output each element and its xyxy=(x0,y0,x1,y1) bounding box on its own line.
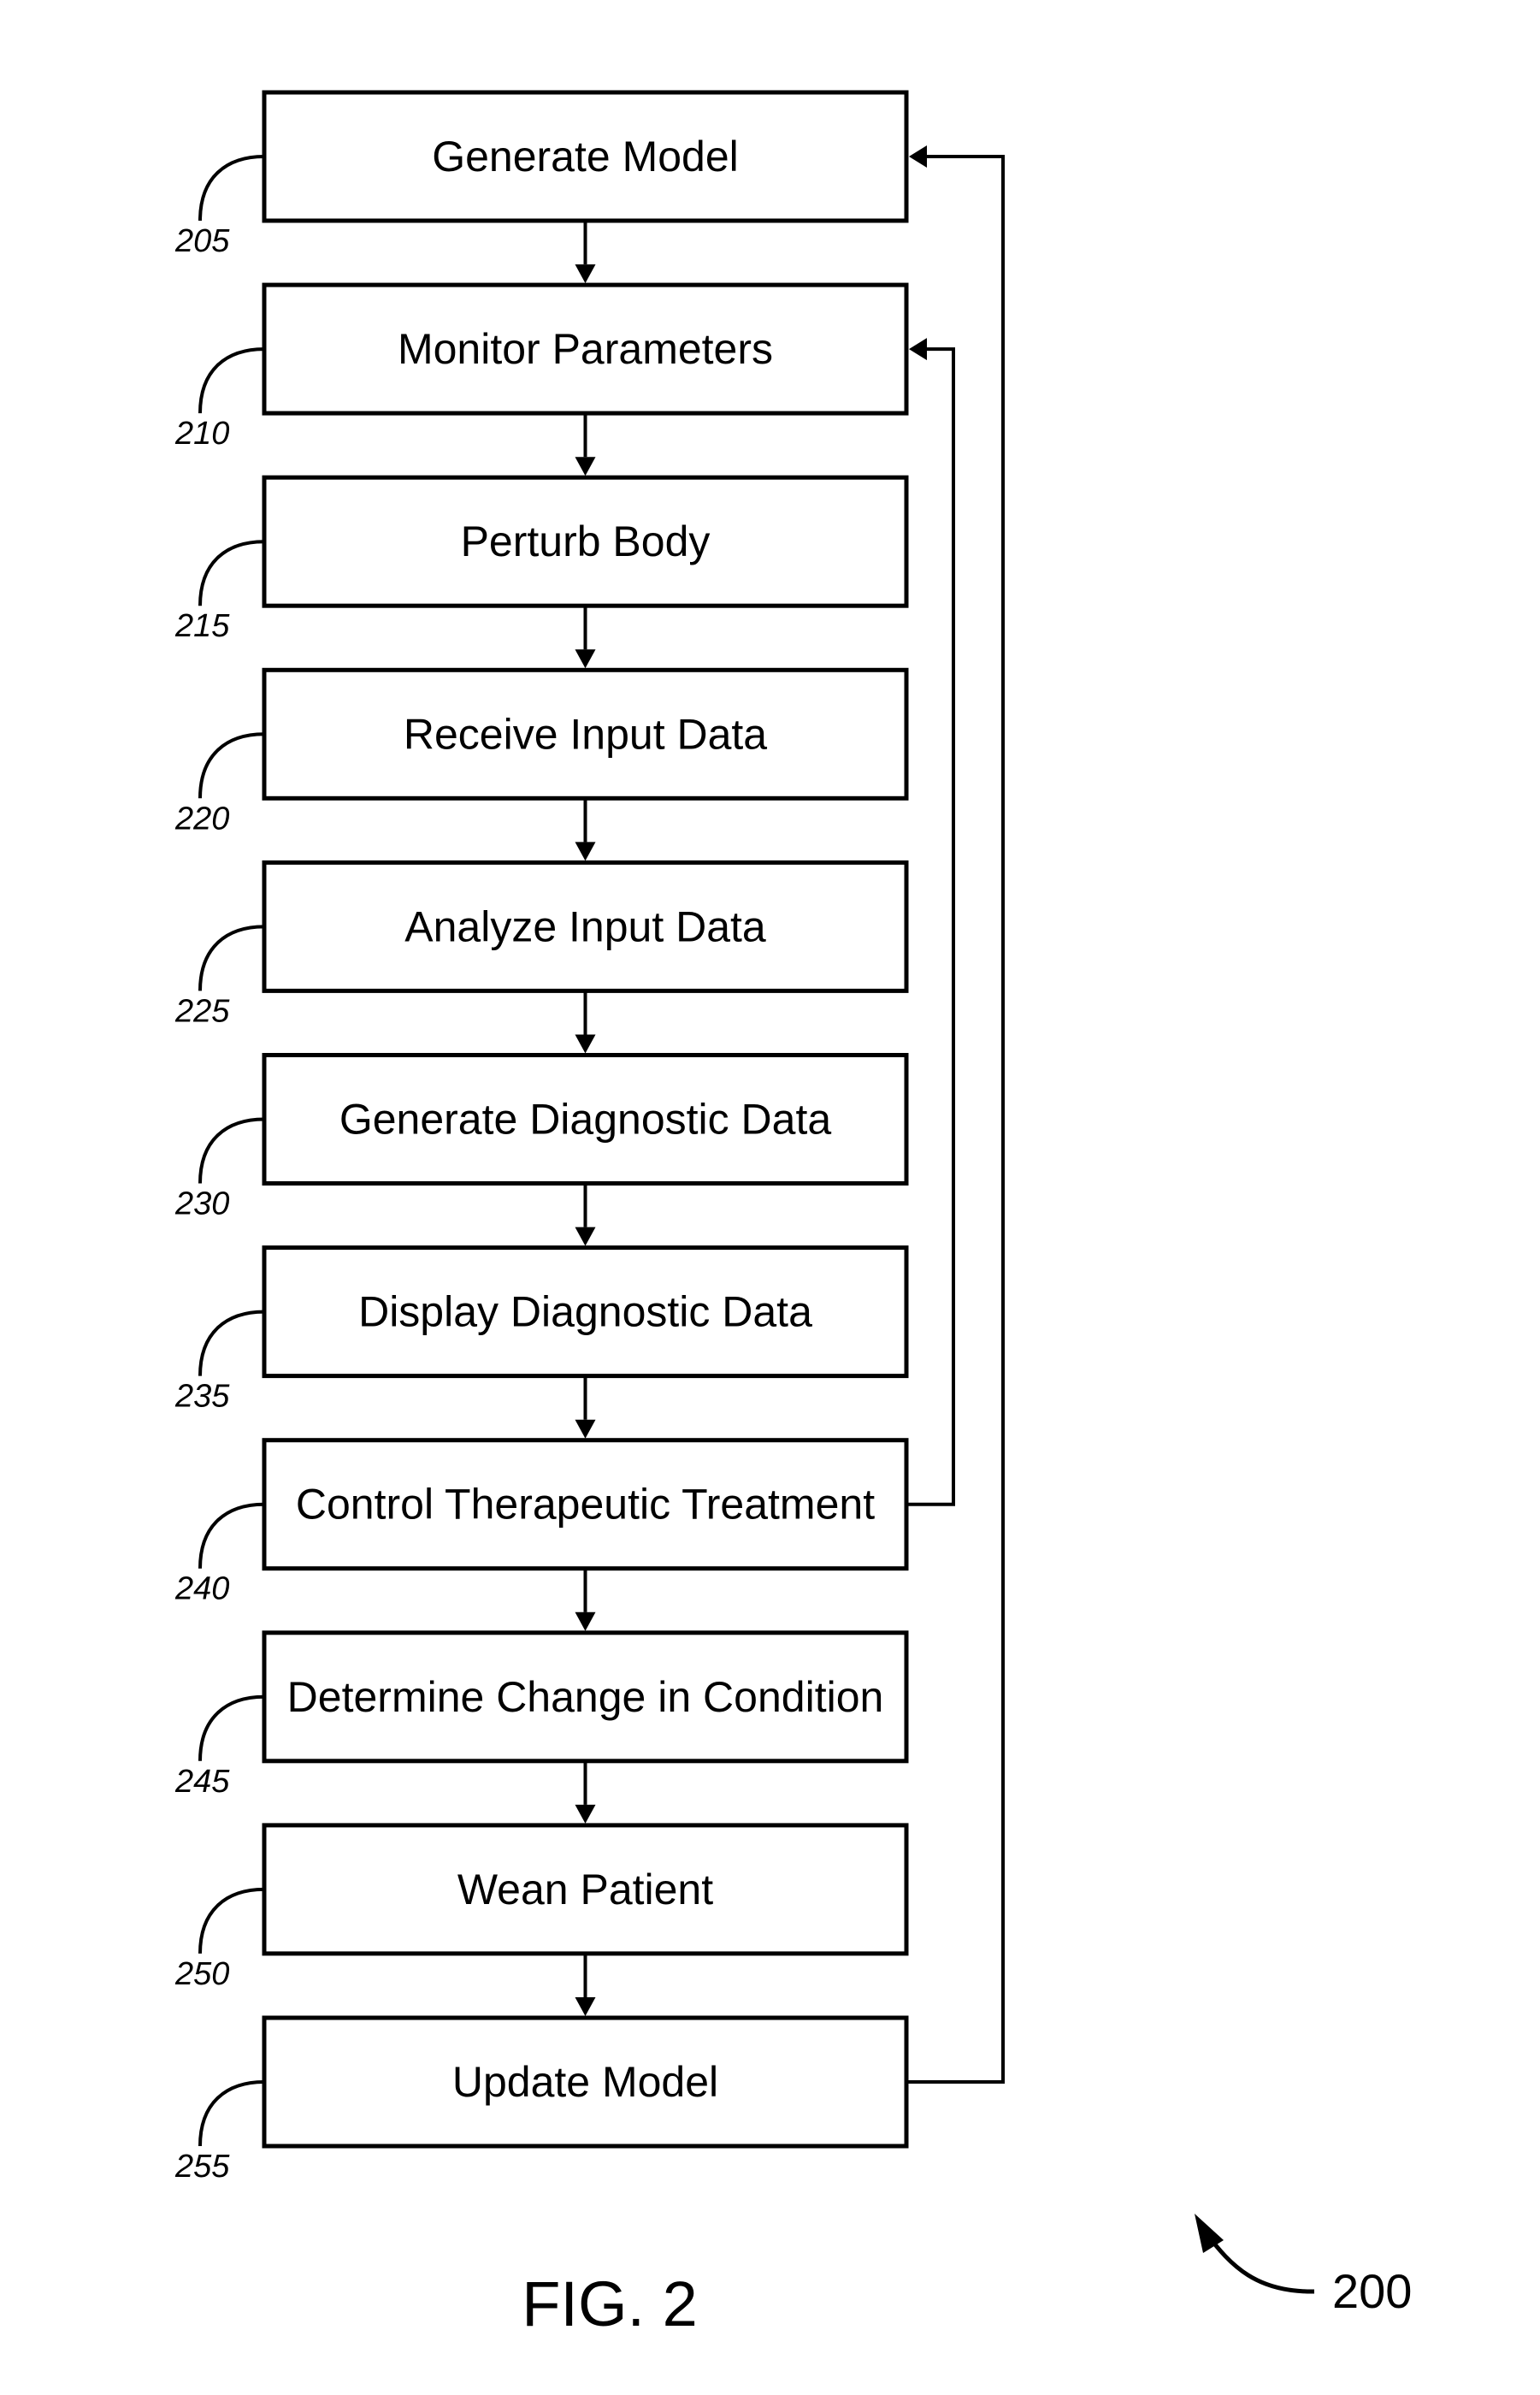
step-label: Monitor Parameters xyxy=(398,325,773,373)
step-label: Update Model xyxy=(452,2058,718,2106)
arrow-down-icon xyxy=(575,1997,596,2016)
flow-connector xyxy=(575,606,596,669)
arrow-down-icon xyxy=(575,1419,596,1439)
step-reference-number: 220 xyxy=(174,801,229,837)
feedback-loop-240-to-210 xyxy=(908,338,955,1506)
step-225: Analyze Input Data 225 xyxy=(174,860,909,1029)
arrow-down-icon xyxy=(575,842,596,861)
feedback-loop-255-to-205 xyxy=(908,145,1005,2084)
reference-leader-line xyxy=(198,925,265,991)
step-reference-number: 230 xyxy=(174,1186,229,1222)
step-reference-number: 205 xyxy=(174,223,230,259)
figure-reference-arrow-curve xyxy=(1204,2231,1315,2294)
feedback-line xyxy=(908,155,1005,2084)
flow-connector xyxy=(575,1568,596,1631)
step-220: Receive Input Data 220 xyxy=(174,667,909,837)
reference-leader-line xyxy=(198,2080,265,2147)
step-label: Display Diagnostic Data xyxy=(358,1288,812,1336)
flow-connector xyxy=(575,413,596,476)
arrow-down-icon xyxy=(575,264,596,284)
step-reference-number: 235 xyxy=(174,1379,230,1415)
reference-leader-line xyxy=(198,1694,265,1761)
arrow-down-icon xyxy=(575,1804,596,1824)
step-label: Determine Change in Condition xyxy=(287,1673,884,1721)
flow-connector xyxy=(575,1953,596,2016)
arrow-left-icon xyxy=(909,145,927,168)
step-reference-number: 225 xyxy=(174,993,230,1029)
flow-connector xyxy=(575,1760,596,1824)
reference-leader-line xyxy=(198,155,265,222)
steps-layer: Generate Model 205 Monitor Parameters 210 Pe… xyxy=(174,90,909,2185)
arrow-down-icon xyxy=(575,649,596,669)
step-245: Determine Change in Condition 245 xyxy=(174,1630,909,1800)
reference-leader-line xyxy=(198,732,265,799)
step-250: Wean Patient 250 xyxy=(174,1823,909,1992)
figure-reference-number: 200 xyxy=(1332,2264,1412,2318)
flow-connector xyxy=(575,798,596,861)
step-label: Generate Model xyxy=(432,133,739,180)
step-210: Monitor Parameters 210 xyxy=(174,282,909,452)
step-label: Receive Input Data xyxy=(404,710,767,758)
step-reference-number: 250 xyxy=(174,1956,229,1992)
reference-leader-line xyxy=(198,540,265,606)
arrow-down-icon xyxy=(575,1227,596,1246)
step-255: Update Model 255 xyxy=(174,2015,909,2185)
reference-leader-line xyxy=(198,1502,265,1569)
reference-leader-line xyxy=(198,347,265,414)
arrow-down-icon xyxy=(575,1611,596,1631)
feedback-line xyxy=(908,347,955,1506)
step-label: Wean Patient xyxy=(457,1866,713,1913)
step-label: Control Therapeutic Treatment xyxy=(296,1481,875,1529)
reference-leader-line xyxy=(198,1887,265,1954)
reference-leader-line xyxy=(198,1117,265,1184)
arrow-down-icon xyxy=(575,457,596,476)
reference-leader-line xyxy=(198,1310,265,1376)
figure-reference: 200 xyxy=(1195,2214,1412,2318)
step-reference-number: 245 xyxy=(174,1764,230,1800)
step-reference-number: 210 xyxy=(174,416,229,452)
step-230: Generate Diagnostic Data 230 xyxy=(174,1053,909,1222)
flowchart-diagram: Generate Model 205 Monitor Parameters 210 Pe… xyxy=(174,90,1412,2339)
step-reference-number: 215 xyxy=(174,608,230,644)
flow-connector xyxy=(575,991,596,1054)
step-label: Analyze Input Data xyxy=(404,902,766,950)
step-205: Generate Model 205 xyxy=(174,90,909,259)
step-reference-number: 240 xyxy=(174,1571,229,1607)
step-label: Generate Diagnostic Data xyxy=(339,1096,832,1144)
arrow-left-icon xyxy=(909,338,927,361)
figure-title: FIG. 2 xyxy=(522,2268,698,2339)
step-235: Display Diagnostic Data 235 xyxy=(174,1245,909,1415)
step-240: Control Therapeutic Treatment 240 xyxy=(174,1438,909,1607)
feedback-layer xyxy=(908,145,1005,2084)
step-reference-number: 255 xyxy=(174,2149,230,2185)
flow-connector xyxy=(575,1183,596,1246)
flow-connector xyxy=(575,221,596,284)
step-215: Perturb Body 215 xyxy=(174,475,909,644)
arrow-down-icon xyxy=(575,1034,596,1054)
flow-connector xyxy=(575,1375,596,1439)
step-label: Perturb Body xyxy=(461,517,711,565)
